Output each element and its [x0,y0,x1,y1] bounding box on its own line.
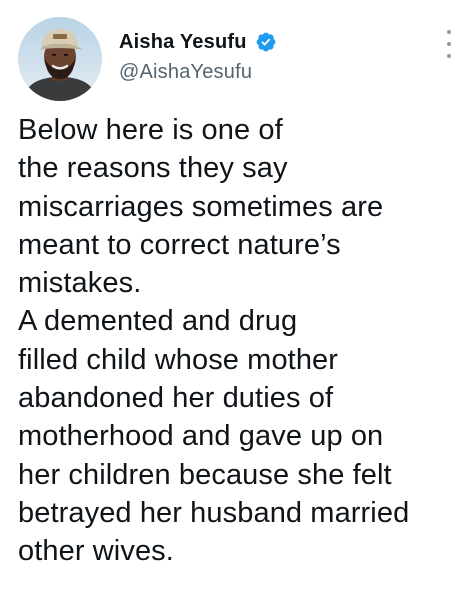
verified-badge-icon [255,31,277,53]
dot [447,54,451,58]
more-options-icon[interactable] [442,30,456,58]
tweet-text-line: miscarriages sometimes are [18,190,384,223]
tweet-text-line: A demented and drug [18,305,298,338]
tweet-text-line: other wives. [18,535,174,568]
tweet-text-line: the reasons they say [18,152,288,185]
display-name[interactable]: Aisha Yesufu [119,31,247,54]
dot [447,30,451,34]
tweet-text-line: mistakes. [18,267,142,300]
tweet-text-line: abandoned her duties of [18,382,334,415]
tweet-text: Below here is one of the reasons they sa… [18,111,468,571]
dot [447,42,451,46]
tweet-text-line: her children because she felt [18,458,392,491]
author-block[interactable]: Aisha Yesufu @AishaYesufu [119,29,277,84]
avatar[interactable] [18,17,102,101]
tweet-text-line: filled child whose mother [18,343,339,376]
tweet-text-line: Below here is one of [18,114,283,146]
tweet-text-line: motherhood and gave up on [18,420,384,453]
profile-photo [18,17,102,101]
handle[interactable]: @AishaYesufu [119,61,277,84]
tweet-card: Aisha Yesufu @AishaYesufu Below here is … [0,0,474,610]
name-row: Aisha Yesufu [119,29,277,55]
tweet-text-line: meant to correct nature’s [18,228,341,261]
tweet-text-line: betrayed her husband married [18,496,410,529]
